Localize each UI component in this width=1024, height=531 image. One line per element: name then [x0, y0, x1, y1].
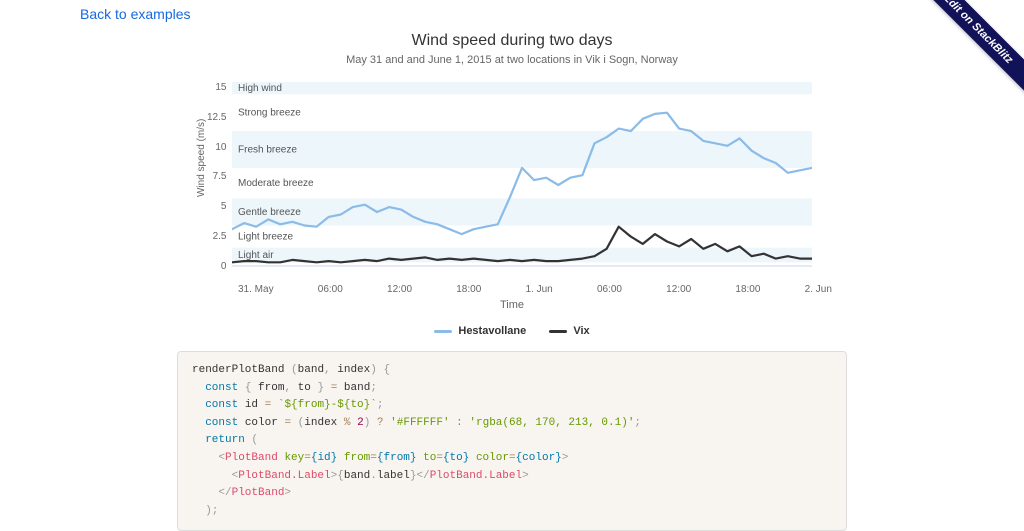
plot-band: [232, 82, 812, 94]
x-tick: 06:00: [318, 284, 343, 295]
legend-item-vix[interactable]: Vix: [549, 325, 589, 337]
x-tick: 12:00: [387, 284, 412, 295]
plot-band-label: Gentle breeze: [238, 207, 301, 218]
plot-band-label: Strong breeze: [238, 108, 301, 119]
x-tick: 18:00: [735, 284, 760, 295]
legend-label: Vix: [573, 325, 589, 337]
y-tick: 12.5: [207, 112, 226, 123]
legend: Hestavollane Vix: [192, 325, 832, 337]
x-tick: 06:00: [597, 284, 622, 295]
legend-label: Hestavollane: [458, 325, 526, 337]
x-tick: 2. Jun: [805, 284, 832, 295]
plot-band: [232, 94, 812, 131]
y-axis-label: Wind speed (m/s): [192, 76, 207, 280]
plot-band: [232, 226, 812, 248]
y-tick: 7.5: [207, 171, 226, 182]
y-tick: 2.5: [207, 231, 226, 242]
chart-subtitle: May 31 and and June 1, 2015 at two locat…: [192, 54, 832, 66]
x-tick: 31. May: [238, 284, 274, 295]
plot-band-label: Moderate breeze: [238, 178, 314, 189]
plot-band: [232, 199, 812, 226]
y-tick: 10: [207, 142, 226, 153]
plot-band-label: Light air: [238, 250, 274, 261]
y-tick: 5: [207, 201, 226, 212]
legend-item-hestavollane[interactable]: Hestavollane: [434, 325, 529, 337]
plot-band-label: High wind: [238, 83, 282, 94]
legend-swatch: [549, 330, 567, 333]
legend-swatch: [434, 330, 452, 333]
plot-band-label: Fresh breeze: [238, 144, 297, 155]
x-tick: 12:00: [666, 284, 691, 295]
back-to-examples-link[interactable]: Back to examples: [0, 0, 1024, 22]
plot-band: [232, 168, 812, 199]
code-snippet: renderPlotBand (band, index) { const { f…: [177, 351, 847, 531]
chart-title: Wind speed during two days: [192, 32, 832, 50]
x-axis-label: Time: [192, 299, 832, 311]
y-tick: 15: [207, 82, 226, 93]
y-tick: 0: [207, 261, 226, 272]
x-tick: 1. Jun: [525, 284, 552, 295]
y-axis-ticks: 0 2.5 5 7.5 10 12.5 15: [207, 76, 232, 280]
x-axis-ticks: 31. May 06:00 12:00 18:00 1. Jun 06:00 12:00 18…: [238, 284, 832, 295]
plot-band: [232, 131, 812, 168]
chart-container: Wind speed during two days May 31 and an…: [192, 32, 832, 337]
x-tick: 18:00: [456, 284, 481, 295]
plot-band-label: Light breeze: [238, 232, 293, 243]
chart-plot-area[interactable]: Light air Light breeze Gentle breeze Modera…: [232, 76, 812, 280]
